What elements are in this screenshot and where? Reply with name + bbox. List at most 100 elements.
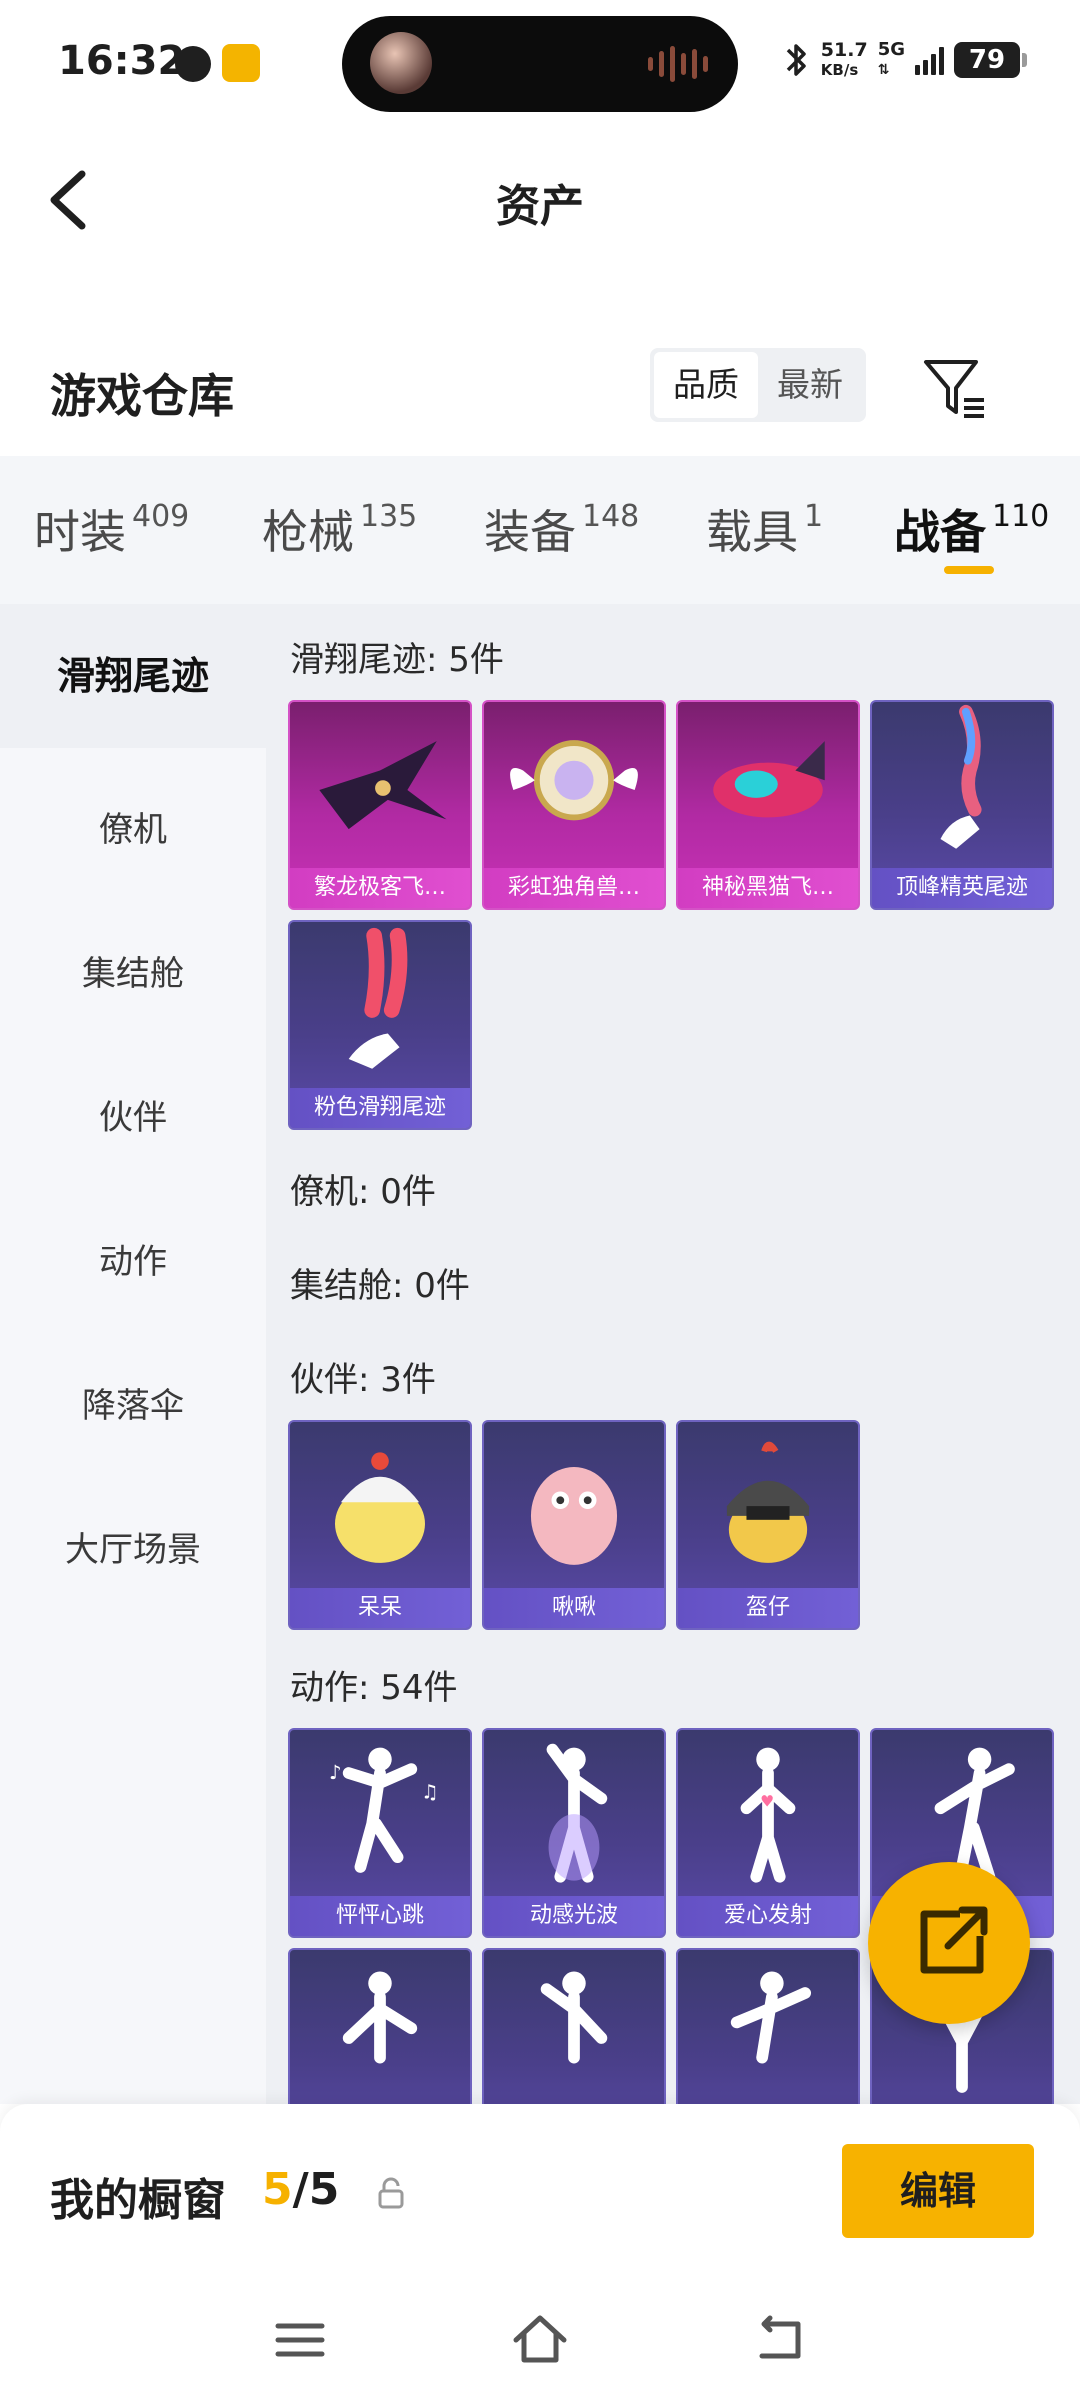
filter-icon[interactable] [920, 352, 990, 422]
heart-figure-image: ♥ [740, 1747, 796, 1883]
item-name: 繁龙极客飞… [290, 868, 470, 908]
section-title-glide-trail: 滑翔尾迹: 5件 [290, 640, 504, 680]
tab-label: 时装 [34, 505, 126, 559]
item-name: 粉色滑翔尾迹 [290, 1088, 470, 1128]
dance-figure-image [342, 1971, 418, 2064]
item-card[interactable]: 呆呆 [288, 1420, 472, 1630]
home-icon[interactable] [510, 2310, 570, 2370]
item-name: 呆呆 [290, 1588, 470, 1628]
globe-icon [175, 46, 211, 82]
section-title-wingman: 僚机: 0件 [290, 1172, 436, 1212]
chick-companion-image [334, 1452, 425, 1563]
section-title-companion: 伙伴: 3件 [290, 1360, 436, 1400]
item-card[interactable]: ♥ 爱心发射 [676, 1728, 860, 1938]
warehouse-title: 游戏仓库 [50, 369, 234, 423]
audio-wave-icon [648, 46, 708, 82]
section-title-rally-pod: 集结舱: 0件 [290, 1266, 470, 1306]
dance-figure-image [540, 1971, 608, 2064]
app-notification-icon [222, 44, 260, 82]
sidebar-item-glide-trail[interactable]: 滑翔尾迹 [0, 604, 266, 748]
item-card[interactable]: ♪ ♫ 怦怦心跳 [288, 1728, 472, 1938]
network-speed: 51.7 KB/s [821, 40, 868, 80]
lock-icon [378, 2177, 404, 2209]
svg-text:♫: ♫ [421, 1780, 439, 1803]
item-card[interactable] [288, 1948, 472, 2104]
network-type: 5G ⇅ [877, 39, 905, 79]
tab-vehicles[interactable]: 载具 1 [706, 496, 823, 562]
item-name: 盔仔 [678, 1588, 858, 1628]
avatar [370, 32, 432, 94]
speed-unit: KB/s [820, 61, 859, 79]
tab-guns[interactable]: 枪械 135 [262, 496, 417, 562]
svg-text:♥: ♥ [760, 1791, 774, 1810]
light-wave-figure-image [546, 1743, 608, 1883]
item-card[interactable]: 动感光波 [482, 1728, 666, 1938]
helmet-chick-image [726, 1441, 810, 1563]
page-title: 资产 [496, 181, 584, 232]
sidebar-item-emote[interactable]: 动作 [0, 1234, 266, 1283]
tab-count: 409 [132, 499, 190, 534]
sidebar-item-parachute[interactable]: 降落伞 [0, 1378, 266, 1427]
item-name: 怦怦心跳 [290, 1896, 470, 1936]
item-card[interactable]: 彩虹独角兽… [482, 700, 666, 910]
battery-indicator: 79 [954, 42, 1027, 78]
sidebar: 滑翔尾迹 僚机 集结舱 伙伴 动作 降落伞 大厅场景 [0, 604, 266, 2104]
tab-fashion[interactable]: 时装 409 [34, 496, 189, 562]
tab-count: 148 [582, 499, 640, 534]
showcase-current: 5 [262, 2164, 293, 2215]
network-label: 5G [877, 39, 905, 60]
dance-figure-image [730, 1971, 812, 2064]
showcase-count: 5/5 [262, 2164, 339, 2215]
share-button[interactable] [868, 1862, 1030, 2024]
status-indicators: 51.7 KB/s 5G ⇅ 79 [781, 30, 1027, 90]
showcase-bar: 我的橱窗 5/5 编辑 [0, 2104, 1080, 2280]
section-title-emote: 动作: 54件 [290, 1668, 458, 1708]
tab-count: 1 [804, 499, 824, 534]
item-name: 神秘黑猫飞… [678, 868, 858, 908]
svg-text:♪: ♪ [329, 1761, 341, 1784]
bluetooth-icon [786, 44, 806, 76]
system-nav-bar [0, 2280, 1080, 2400]
item-name: 爱心发射 [678, 1896, 858, 1936]
sidebar-item-wingman[interactable]: 僚机 [0, 802, 266, 851]
tab-count: 135 [360, 499, 418, 534]
dragon-glider-image [319, 741, 447, 830]
tab-label: 载具 [706, 505, 798, 559]
item-card[interactable]: 啾啾 [482, 1420, 666, 1630]
item-card[interactable]: 神秘黑猫飞… [676, 700, 860, 910]
showcase-label: 我的橱窗 [50, 2175, 226, 2226]
back-icon[interactable] [750, 2310, 810, 2370]
item-name: 彩虹独角兽… [484, 868, 664, 908]
tab-battle-prep[interactable]: 战备 110 [894, 496, 1049, 562]
sort-newest-option[interactable]: 最新 [758, 352, 862, 418]
tab-label: 战备 [894, 505, 986, 559]
menu-icon[interactable] [270, 2310, 330, 2370]
item-name: 啾啾 [484, 1588, 664, 1628]
item-card[interactable] [482, 1948, 666, 2104]
dynamic-island[interactable] [342, 16, 738, 112]
unicorn-emblem-image [510, 740, 638, 821]
sort-quality-option[interactable]: 品质 [654, 352, 758, 418]
status-bar: 16:32 51.7 KB/s 5G ⇅ 79 [0, 0, 1080, 130]
item-card[interactable] [676, 1948, 860, 2104]
showcase-total: /5 [292, 2164, 340, 2215]
sidebar-item-lobby-scene[interactable]: 大厅场景 [0, 1522, 266, 1571]
sort-toggle: 品质 最新 [650, 348, 866, 422]
bird-companion-image [530, 1466, 618, 1565]
sidebar-item-companion[interactable]: 伙伴 [0, 1090, 266, 1139]
item-card[interactable]: 盔仔 [676, 1420, 860, 1630]
pink-trail-image [348, 927, 408, 1069]
status-time: 16:32 [58, 38, 186, 84]
signal-icon [915, 45, 944, 75]
edit-button[interactable]: 编辑 [842, 2144, 1034, 2238]
elite-trail-image [940, 704, 982, 849]
item-card[interactable]: 粉色滑翔尾迹 [288, 920, 472, 1130]
item-card[interactable]: 顶峰精英尾迹 [870, 700, 1054, 910]
sidebar-item-rally-pod[interactable]: 集结舱 [0, 946, 266, 995]
share-icon [920, 1906, 988, 1974]
tab-count: 110 [992, 499, 1050, 534]
item-card[interactable]: 繁龙极客飞… [288, 700, 472, 910]
tab-gear[interactable]: 装备 148 [484, 496, 639, 562]
item-name: 顶峰精英尾迹 [872, 868, 1052, 908]
cat-jet-image [713, 741, 825, 818]
